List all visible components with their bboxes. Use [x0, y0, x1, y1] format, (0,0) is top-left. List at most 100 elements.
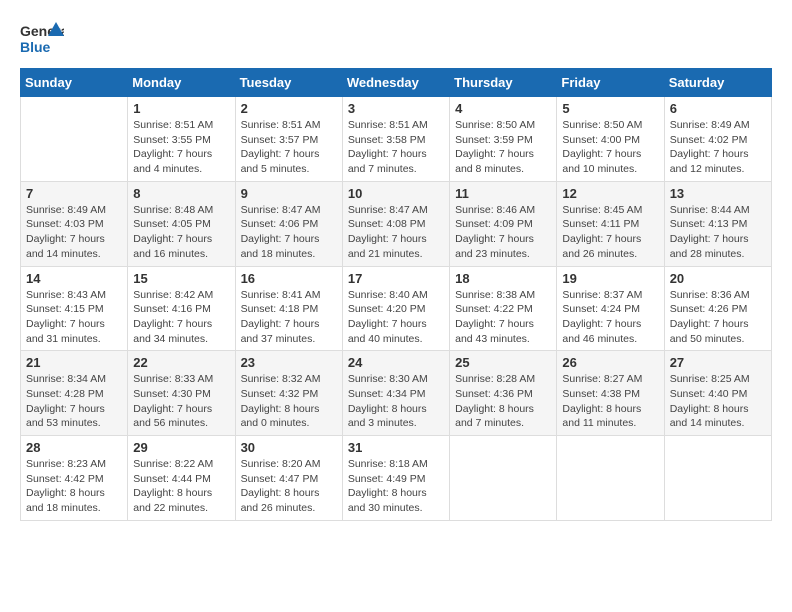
day-info: Sunrise: 8:30 AM Sunset: 4:34 PM Dayligh…	[348, 372, 444, 431]
calendar-cell: 18Sunrise: 8:38 AM Sunset: 4:22 PM Dayli…	[450, 266, 557, 351]
day-info: Sunrise: 8:50 AM Sunset: 4:00 PM Dayligh…	[562, 118, 658, 177]
day-number: 28	[26, 440, 122, 455]
calendar-cell: 30 Sunrise: 8:20 AM Sunset: 4:47 PM Dayli…	[235, 436, 342, 521]
svg-text:Blue: Blue	[20, 39, 51, 55]
day-number: 5	[562, 101, 658, 116]
day-info: Sunrise: 8:22 AM Sunset: 4:44 PM Dayligh…	[133, 457, 229, 516]
calendar-cell: 14 Sunrise: 8:43 AM Sunset: 4:15 PM Dayli…	[21, 266, 128, 351]
day-number: 9	[241, 186, 337, 201]
day-number: 26	[562, 355, 658, 370]
day-number: 2	[241, 101, 337, 116]
day-number: 19	[562, 271, 658, 286]
calendar-cell: 6 Sunrise: 8:49 AM Sunset: 4:02 PM Daylig…	[664, 97, 771, 182]
calendar-cell: 3Sunrise: 8:51 AM Sunset: 3:58 PM Daylig…	[342, 97, 449, 182]
day-number: 10	[348, 186, 444, 201]
day-number: 13	[670, 186, 766, 201]
day-info: Sunrise: 8:45 AM Sunset: 4:11 PM Dayligh…	[562, 203, 658, 262]
day-info: Sunrise: 8:18 AM Sunset: 4:49 PM Dayligh…	[348, 457, 444, 516]
calendar-cell: 4 Sunrise: 8:50 AM Sunset: 3:59 PM Daylig…	[450, 97, 557, 182]
header-friday: Friday	[557, 69, 664, 97]
day-info: Sunrise: 8:50 AM Sunset: 3:59 PM Dayligh…	[455, 118, 551, 177]
header-thursday: Thursday	[450, 69, 557, 97]
day-number: 6	[670, 101, 766, 116]
week-row-3: 14 Sunrise: 8:43 AM Sunset: 4:15 PM Dayli…	[21, 266, 772, 351]
calendar-cell: 7 Sunrise: 8:49 AM Sunset: 4:03 PM Daylig…	[21, 181, 128, 266]
week-row-1: 1 Sunrise: 8:51 AM Sunset: 3:55 PM Daylig…	[21, 97, 772, 182]
calendar-cell: 26 Sunrise: 8:27 AM Sunset: 4:38 PM Dayli…	[557, 351, 664, 436]
calendar-cell: 13Sunrise: 8:44 AM Sunset: 4:13 PM Dayli…	[664, 181, 771, 266]
day-info: Sunrise: 8:47 AM Sunset: 4:08 PM Dayligh…	[348, 203, 444, 262]
calendar-cell	[21, 97, 128, 182]
day-number: 30	[241, 440, 337, 455]
day-info: Sunrise: 8:48 AM Sunset: 4:05 PM Dayligh…	[133, 203, 229, 262]
day-info: Sunrise: 8:46 AM Sunset: 4:09 PM Dayligh…	[455, 203, 551, 262]
calendar-cell: 9 Sunrise: 8:47 AM Sunset: 4:06 PM Daylig…	[235, 181, 342, 266]
day-number: 4	[455, 101, 551, 116]
calendar-cell: 12 Sunrise: 8:45 AM Sunset: 4:11 PM Dayli…	[557, 181, 664, 266]
calendar-cell: 31 Sunrise: 8:18 AM Sunset: 4:49 PM Dayli…	[342, 436, 449, 521]
day-number: 25	[455, 355, 551, 370]
day-number: 7	[26, 186, 122, 201]
day-info: Sunrise: 8:33 AM Sunset: 4:30 PM Dayligh…	[133, 372, 229, 431]
week-row-4: 21 Sunrise: 8:34 AM Sunset: 4:28 PM Dayli…	[21, 351, 772, 436]
header-tuesday: Tuesday	[235, 69, 342, 97]
calendar-cell: 19 Sunrise: 8:37 AM Sunset: 4:24 PM Dayli…	[557, 266, 664, 351]
day-number: 24	[348, 355, 444, 370]
week-row-5: 28 Sunrise: 8:23 AM Sunset: 4:42 PM Dayli…	[21, 436, 772, 521]
header-wednesday: Wednesday	[342, 69, 449, 97]
day-info: Sunrise: 8:37 AM Sunset: 4:24 PM Dayligh…	[562, 288, 658, 347]
calendar-cell: 27 Sunrise: 8:25 AM Sunset: 4:40 PM Dayli…	[664, 351, 771, 436]
calendar-cell: 25Sunrise: 8:28 AM Sunset: 4:36 PM Dayli…	[450, 351, 557, 436]
calendar-cell: 22Sunrise: 8:33 AM Sunset: 4:30 PM Dayli…	[128, 351, 235, 436]
day-number: 17	[348, 271, 444, 286]
calendar-cell: 2 Sunrise: 8:51 AM Sunset: 3:57 PM Daylig…	[235, 97, 342, 182]
day-number: 14	[26, 271, 122, 286]
day-number: 12	[562, 186, 658, 201]
calendar-cell: 5 Sunrise: 8:50 AM Sunset: 4:00 PM Daylig…	[557, 97, 664, 182]
calendar-cell: 21 Sunrise: 8:34 AM Sunset: 4:28 PM Dayli…	[21, 351, 128, 436]
header-saturday: Saturday	[664, 69, 771, 97]
day-number: 23	[241, 355, 337, 370]
day-info: Sunrise: 8:38 AM Sunset: 4:22 PM Dayligh…	[455, 288, 551, 347]
day-info: Sunrise: 8:51 AM Sunset: 3:55 PM Dayligh…	[133, 118, 229, 177]
day-info: Sunrise: 8:49 AM Sunset: 4:03 PM Dayligh…	[26, 203, 122, 262]
day-number: 1	[133, 101, 229, 116]
day-info: Sunrise: 8:25 AM Sunset: 4:40 PM Dayligh…	[670, 372, 766, 431]
day-number: 20	[670, 271, 766, 286]
day-info: Sunrise: 8:34 AM Sunset: 4:28 PM Dayligh…	[26, 372, 122, 431]
header-sunday: Sunday	[21, 69, 128, 97]
calendar-cell: 28 Sunrise: 8:23 AM Sunset: 4:42 PM Dayli…	[21, 436, 128, 521]
day-number: 31	[348, 440, 444, 455]
week-row-2: 7 Sunrise: 8:49 AM Sunset: 4:03 PM Daylig…	[21, 181, 772, 266]
day-info: Sunrise: 8:40 AM Sunset: 4:20 PM Dayligh…	[348, 288, 444, 347]
day-number: 15	[133, 271, 229, 286]
calendar-cell: 20Sunrise: 8:36 AM Sunset: 4:26 PM Dayli…	[664, 266, 771, 351]
logo-svg: General Blue	[20, 20, 64, 58]
calendar-cell: 16 Sunrise: 8:41 AM Sunset: 4:18 PM Dayli…	[235, 266, 342, 351]
day-info: Sunrise: 8:43 AM Sunset: 4:15 PM Dayligh…	[26, 288, 122, 347]
day-info: Sunrise: 8:32 AM Sunset: 4:32 PM Dayligh…	[241, 372, 337, 431]
calendar-table: SundayMondayTuesdayWednesdayThursdayFrid…	[20, 68, 772, 521]
day-info: Sunrise: 8:23 AM Sunset: 4:42 PM Dayligh…	[26, 457, 122, 516]
day-number: 16	[241, 271, 337, 286]
day-info: Sunrise: 8:42 AM Sunset: 4:16 PM Dayligh…	[133, 288, 229, 347]
header-row: SundayMondayTuesdayWednesdayThursdayFrid…	[21, 69, 772, 97]
header-monday: Monday	[128, 69, 235, 97]
day-number: 27	[670, 355, 766, 370]
day-number: 21	[26, 355, 122, 370]
day-info: Sunrise: 8:20 AM Sunset: 4:47 PM Dayligh…	[241, 457, 337, 516]
day-number: 29	[133, 440, 229, 455]
calendar-cell	[450, 436, 557, 521]
calendar-cell: 15 Sunrise: 8:42 AM Sunset: 4:16 PM Dayli…	[128, 266, 235, 351]
day-info: Sunrise: 8:47 AM Sunset: 4:06 PM Dayligh…	[241, 203, 337, 262]
calendar-cell: 24 Sunrise: 8:30 AM Sunset: 4:34 PM Dayli…	[342, 351, 449, 436]
day-info: Sunrise: 8:27 AM Sunset: 4:38 PM Dayligh…	[562, 372, 658, 431]
calendar-cell: 17 Sunrise: 8:40 AM Sunset: 4:20 PM Dayli…	[342, 266, 449, 351]
calendar-cell	[557, 436, 664, 521]
day-info: Sunrise: 8:49 AM Sunset: 4:02 PM Dayligh…	[670, 118, 766, 177]
day-info: Sunrise: 8:51 AM Sunset: 3:57 PM Dayligh…	[241, 118, 337, 177]
day-number: 8	[133, 186, 229, 201]
day-info: Sunrise: 8:41 AM Sunset: 4:18 PM Dayligh…	[241, 288, 337, 347]
calendar-cell: 8 Sunrise: 8:48 AM Sunset: 4:05 PM Daylig…	[128, 181, 235, 266]
calendar-cell: 29 Sunrise: 8:22 AM Sunset: 4:44 PM Dayli…	[128, 436, 235, 521]
